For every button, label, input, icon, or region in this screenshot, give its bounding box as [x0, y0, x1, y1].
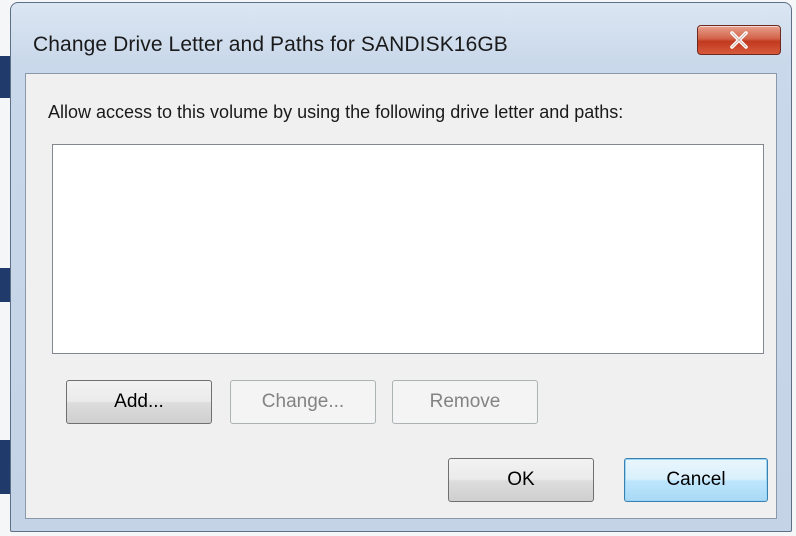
ok-button[interactable]: OK [448, 458, 594, 502]
instruction-label: Allow access to this volume by using the… [48, 102, 624, 122]
dialog-client-area: Allow access to this volume by using the… [25, 73, 777, 519]
dialog-window: Change Drive Letter and Paths for SANDIS… [10, 2, 792, 532]
drive-paths-list[interactable] [52, 144, 764, 354]
add-button[interactable]: Add... [66, 380, 212, 424]
cancel-button[interactable]: Cancel [624, 458, 768, 502]
close-icon [729, 31, 749, 49]
title-bar[interactable]: Change Drive Letter and Paths for SANDIS… [11, 3, 791, 65]
background-window-edge [0, 440, 10, 494]
background-window-edge [0, 56, 10, 98]
dialog-title: Change Drive Letter and Paths for SANDIS… [33, 33, 508, 56]
close-button[interactable] [697, 25, 781, 55]
change-button[interactable]: Change... [230, 380, 376, 424]
remove-button[interactable]: Remove [392, 380, 538, 424]
background-window-edge [0, 268, 10, 302]
